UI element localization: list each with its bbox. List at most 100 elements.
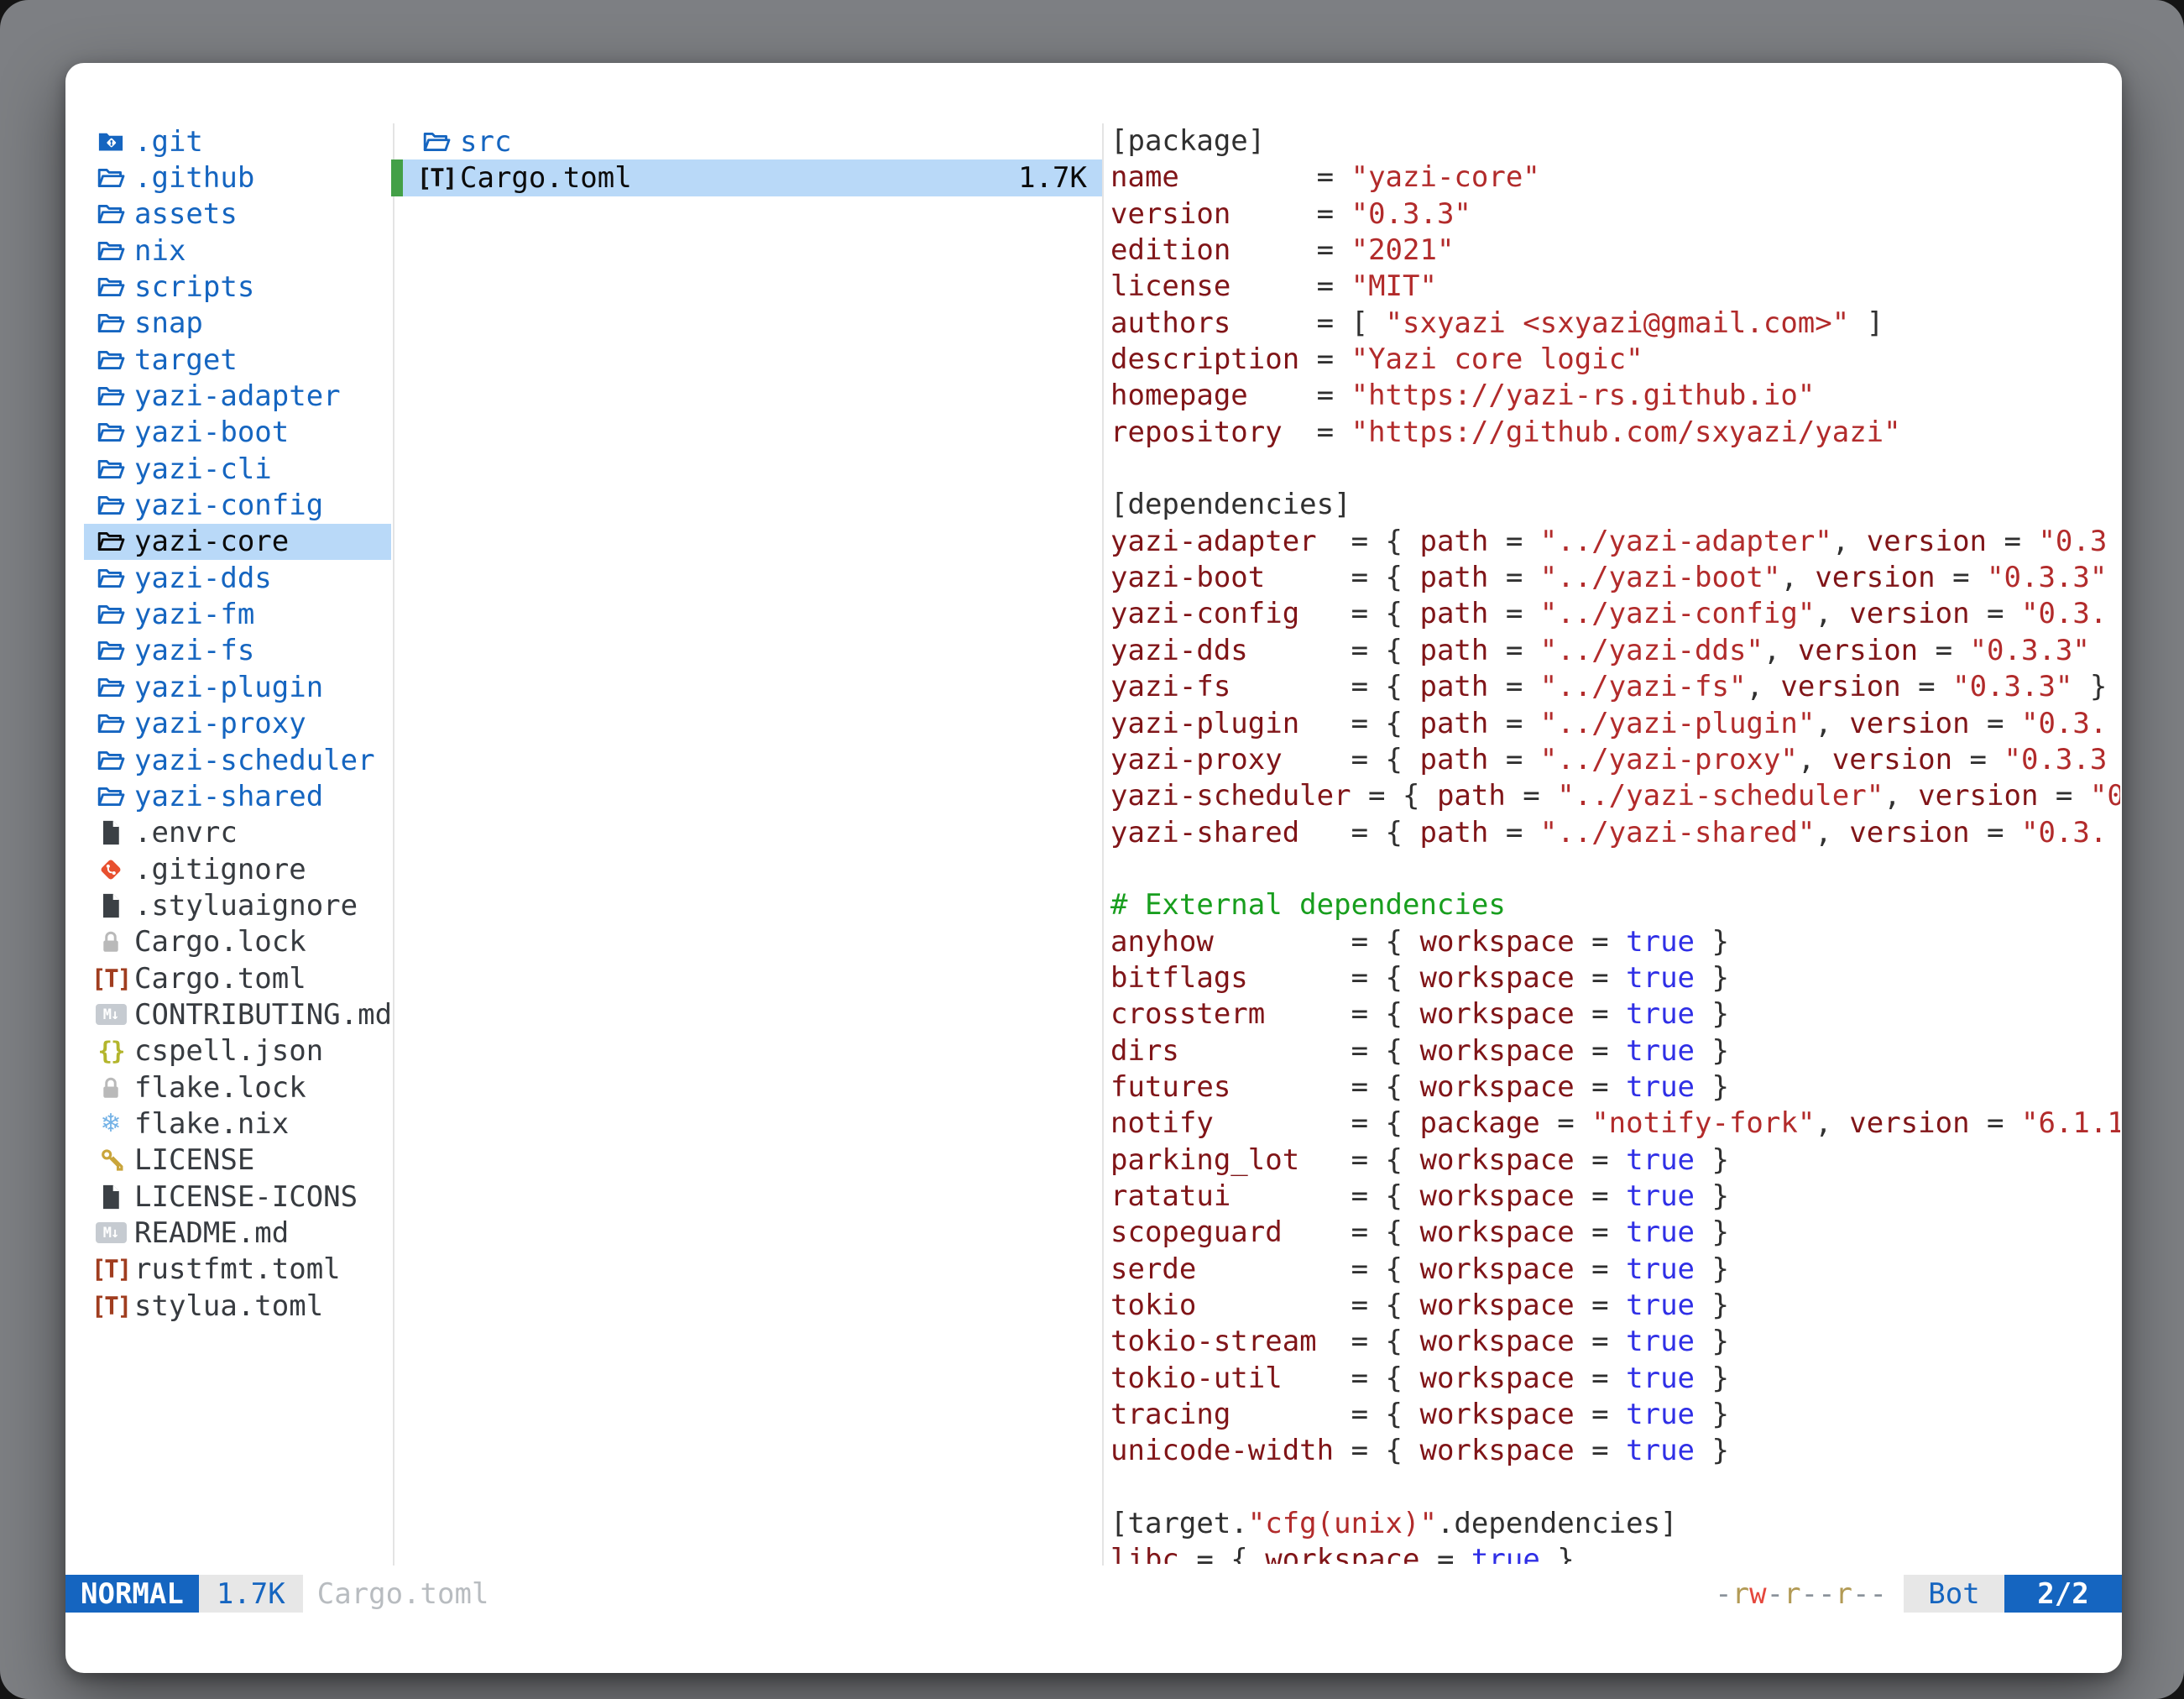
preview-line: ratatui = { workspace = true } xyxy=(1110,1179,2120,1215)
item-label: .git xyxy=(134,125,203,159)
sidebar-item-Cargo.lock[interactable]: Cargo.lock xyxy=(84,924,391,960)
sidebar-item-target[interactable]: target xyxy=(84,342,391,378)
sidebar-item-assets[interactable]: assets xyxy=(84,196,391,233)
sidebar-item-yazi-core[interactable]: yazi-core xyxy=(84,524,391,560)
item-label: yazi-boot xyxy=(134,416,289,449)
status-filename: Cargo.toml xyxy=(317,1577,489,1611)
file-item-src[interactable]: src xyxy=(394,123,1102,159)
license-icon xyxy=(94,1143,128,1177)
sidebar-item-cspell.json[interactable]: {}cspell.json xyxy=(84,1033,391,1069)
item-label: yazi-adapter xyxy=(134,379,341,413)
sidebar-item-LICENSE[interactable]: LICENSE xyxy=(84,1142,391,1179)
sidebar-item-flake.nix[interactable]: ❄flake.nix xyxy=(84,1106,391,1142)
sidebar-item-.gitignore[interactable]: .gitignore xyxy=(84,851,391,887)
folder-icon xyxy=(94,780,128,813)
item-label: nix xyxy=(134,234,185,268)
item-label: target xyxy=(134,343,238,377)
sidebar-item-yazi-proxy[interactable]: yazi-proxy xyxy=(84,706,391,742)
sidebar-item-.styluaignore[interactable]: .styluaignore xyxy=(84,887,391,923)
sidebar-item-yazi-adapter[interactable]: yazi-adapter xyxy=(84,378,391,414)
sidebar-item-yazi-shared[interactable]: yazi-shared xyxy=(84,778,391,814)
item-label: yazi-cli xyxy=(134,452,272,486)
item-label: yazi-dds xyxy=(134,562,272,595)
folder-icon xyxy=(94,343,128,377)
folder-icon xyxy=(94,416,128,449)
item-label: yazi-config xyxy=(134,489,323,522)
item-label: .envrc xyxy=(134,816,238,850)
folder-icon xyxy=(94,634,128,667)
preview-line xyxy=(1110,451,2120,487)
sidebar-item-yazi-plugin[interactable]: yazi-plugin xyxy=(84,669,391,705)
sidebar-item-yazi-config[interactable]: yazi-config xyxy=(84,487,391,523)
sidebar-item-.github[interactable]: .github xyxy=(84,159,391,196)
item-label: rustfmt.toml xyxy=(134,1252,341,1286)
item-label: flake.nix xyxy=(134,1107,289,1141)
preview-line: anyhow = { workspace = true } xyxy=(1110,924,2120,960)
preview-line: homepage = "https://yazi-rs.github.io" xyxy=(1110,378,2120,414)
lock-icon xyxy=(94,925,128,959)
folder-icon xyxy=(94,161,128,195)
sidebar-item-yazi-fm[interactable]: yazi-fm xyxy=(84,596,391,632)
item-label: yazi-scheduler xyxy=(134,744,375,777)
position-badge: Bot xyxy=(1904,1575,2004,1613)
item-label: src xyxy=(460,125,511,159)
folder-icon xyxy=(94,598,128,631)
preview-line: authors = [ "sxyazi <sxyazi@gmail.com>" … xyxy=(1110,306,2120,342)
folder-icon xyxy=(94,306,128,340)
preview-line: tokio-stream = { workspace = true } xyxy=(1110,1324,2120,1360)
preview-line: description = "Yazi core logic" xyxy=(1110,342,2120,378)
sidebar-item-LICENSE-ICONS[interactable]: LICENSE-ICONS xyxy=(84,1179,391,1215)
sidebar-item-yazi-scheduler[interactable]: yazi-scheduler xyxy=(84,742,391,778)
item-label: yazi-proxy xyxy=(134,707,306,740)
sidebar-item-nix[interactable]: nix xyxy=(84,233,391,269)
item-label: Cargo.toml xyxy=(460,161,632,195)
folder-icon xyxy=(94,489,128,522)
item-label: snap xyxy=(134,306,203,340)
sidebar-item-.envrc[interactable]: .envrc xyxy=(84,815,391,851)
preview-line: tokio = { workspace = true } xyxy=(1110,1288,2120,1324)
current-pane[interactable]: src[T]Cargo.toml1.7K xyxy=(394,123,1102,196)
sidebar-item-.git[interactable]: .git xyxy=(84,123,391,159)
folder-icon xyxy=(94,234,128,268)
folder-icon xyxy=(94,707,128,740)
sidebar-item-yazi-fs[interactable]: yazi-fs xyxy=(84,633,391,669)
sidebar-item-yazi-boot[interactable]: yazi-boot xyxy=(84,415,391,451)
preview-line: [dependencies] xyxy=(1110,487,2120,523)
sidebar-item-flake.lock[interactable]: flake.lock xyxy=(84,1069,391,1106)
yazi-app-window: .git.githubassetsnixscriptssnaptargetyaz… xyxy=(65,63,2122,1673)
folder-icon xyxy=(94,562,128,595)
preview-line: notify = { package = "notify-fork", vers… xyxy=(1110,1106,2120,1142)
sidebar-item-rustfmt.toml[interactable]: [T]rustfmt.toml xyxy=(84,1252,391,1288)
preview-line: serde = { workspace = true } xyxy=(1110,1252,2120,1288)
markdown-icon: M↓ xyxy=(94,998,128,1032)
preview-line: repository = "https://github.com/sxyazi/… xyxy=(1110,415,2120,451)
item-label: flake.lock xyxy=(134,1071,306,1105)
folder-icon xyxy=(94,671,128,704)
preview-line xyxy=(1110,851,2120,887)
item-label: scripts xyxy=(134,270,254,304)
sidebar-item-stylua.toml[interactable]: [T]stylua.toml xyxy=(84,1288,391,1324)
sidebar-item-CONTRIBUTING.md[interactable]: M↓CONTRIBUTING.md xyxy=(84,996,391,1032)
desktop-background: .git.githubassetsnixscriptssnaptargetyaz… xyxy=(0,0,2184,1699)
sidebar-item-yazi-dds[interactable]: yazi-dds xyxy=(84,560,391,596)
file-item-Cargo.toml[interactable]: [T]Cargo.toml1.7K xyxy=(403,159,1102,196)
sidebar-item-scripts[interactable]: scripts xyxy=(84,269,391,305)
json-icon: {} xyxy=(94,1034,128,1068)
permissions-text: -rw-r--r-- xyxy=(1715,1577,1887,1611)
preview-pane[interactable]: [package]name = "yazi-core"version = "0.… xyxy=(1110,123,2120,1564)
preview-line: tokio-util = { workspace = true } xyxy=(1110,1361,2120,1397)
sidebar-item-README.md[interactable]: M↓README.md xyxy=(84,1215,391,1251)
preview-line: yazi-boot = { path = "../yazi-boot", ver… xyxy=(1110,560,2120,596)
sidebar-item-snap[interactable]: snap xyxy=(84,306,391,342)
preview-line: yazi-dds = { path = "../yazi-dds", versi… xyxy=(1110,633,2120,669)
preview-line: yazi-fs = { path = "../yazi-fs", version… xyxy=(1110,669,2120,705)
sidebar-item-yazi-cli[interactable]: yazi-cli xyxy=(84,451,391,487)
item-label: yazi-core xyxy=(134,525,289,558)
preview-line: license = "MIT" xyxy=(1110,269,2120,305)
toml-icon: [T] xyxy=(94,1252,128,1286)
parent-pane[interactable]: .git.githubassetsnixscriptssnaptargetyaz… xyxy=(65,123,393,1324)
folder-icon xyxy=(94,379,128,413)
sidebar-item-Cargo.toml[interactable]: [T]Cargo.toml xyxy=(84,960,391,996)
pane-separator xyxy=(1102,123,1104,1566)
item-label: yazi-shared xyxy=(134,780,323,813)
